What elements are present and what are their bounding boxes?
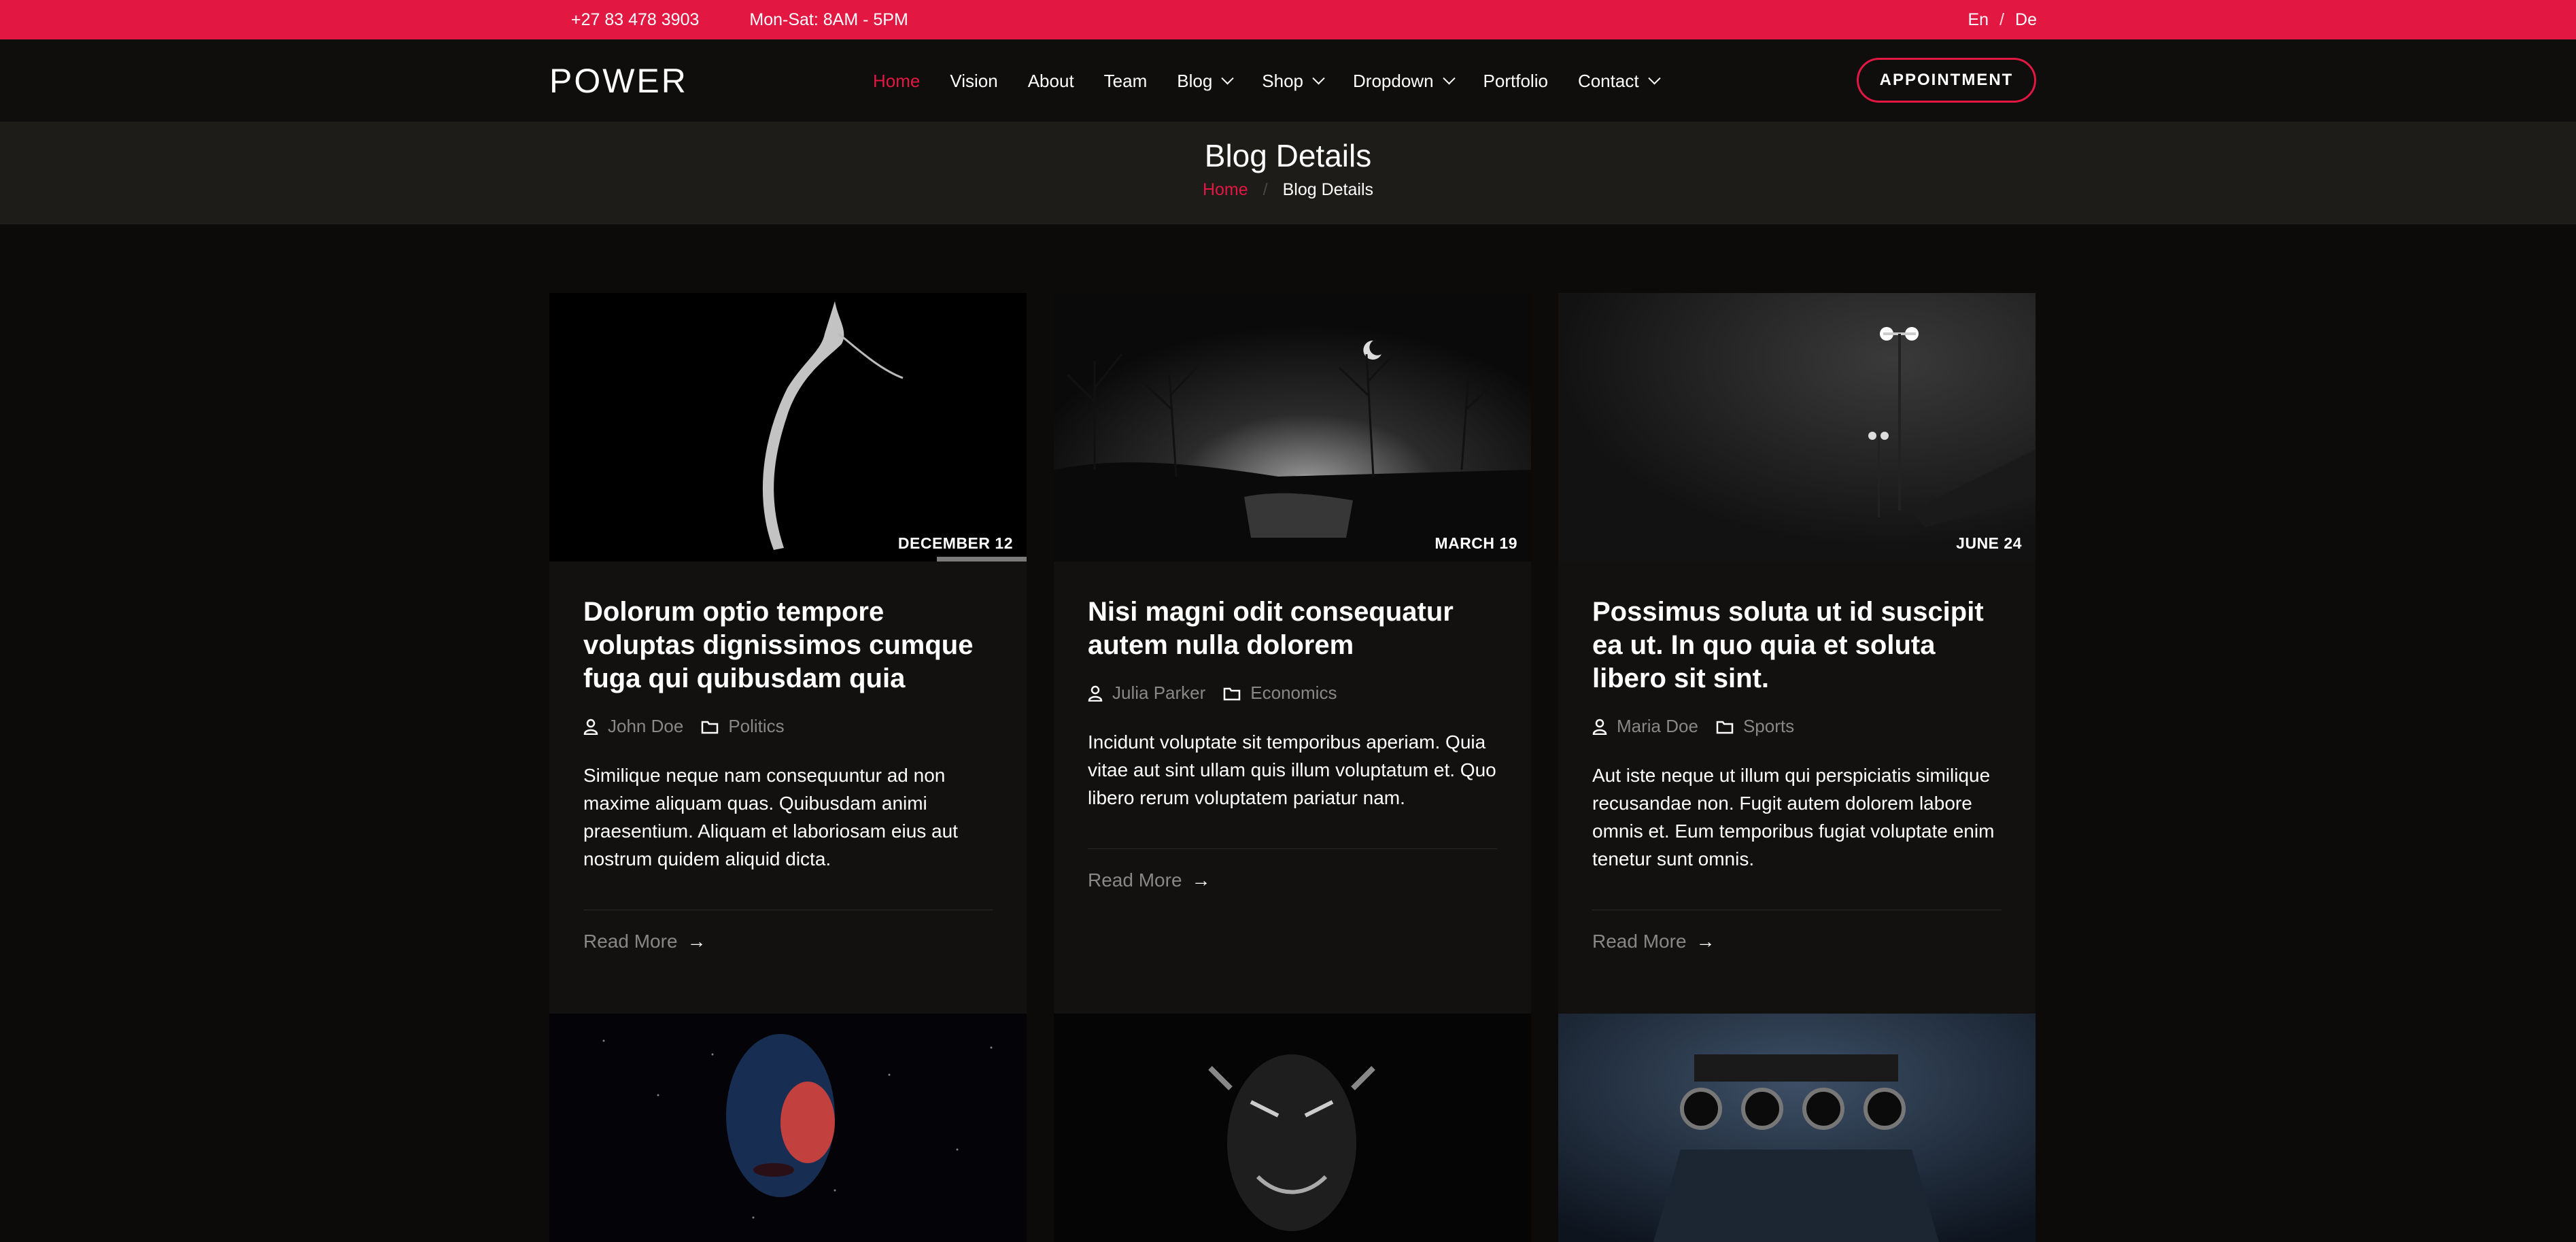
chevron-down-icon	[1312, 71, 1325, 84]
post-image-cosmic-face	[549, 1014, 1027, 1242]
post-category[interactable]: Sports	[1743, 716, 1794, 737]
nav-item-portfolio[interactable]: Portfolio	[1483, 71, 1548, 92]
site-logo[interactable]: POWER	[549, 39, 688, 122]
chevron-down-icon	[1442, 71, 1456, 84]
opening-hours: Mon-Sat: 8AM - 5PM	[749, 10, 908, 29]
read-more-label: Read More	[1592, 931, 1687, 952]
arrow-right-icon: →	[1191, 869, 1211, 891]
nav-label: Vision	[950, 70, 998, 91]
user-icon	[583, 719, 598, 735]
arrow-right-icon: →	[1696, 931, 1715, 952]
nav-item-contact[interactable]: Contact	[1577, 70, 1661, 92]
top-contact-bar: +27 83 478 3903 Mon-Sat: 8AM - 5PM En / …	[0, 0, 2576, 39]
post-date: JUNE 24	[1956, 534, 2022, 552]
post-excerpt: Aut iste neque ut illum qui perspiciatis…	[1592, 765, 1995, 869]
nav-item-shop[interactable]: Shop	[1262, 70, 1325, 92]
read-more-link[interactable]: Read More →	[1592, 931, 2002, 952]
blog-card: MARCH 19 Nisi magni odit consequatur aut…	[1054, 293, 1531, 1014]
blog-card: DECEMBER 12 Dolorum optio tempore volupt…	[549, 293, 1027, 1014]
blog-card	[1558, 1014, 2036, 1242]
post-image-silhouette	[549, 293, 1027, 562]
post-category[interactable]: Economics	[1250, 683, 1337, 704]
post-image[interactable]: DECEMBER 12	[549, 293, 1027, 562]
nav-item-home[interactable]: Home	[873, 71, 920, 92]
post-category[interactable]: Politics	[728, 716, 784, 737]
nav-item-dropdown[interactable]: Dropdown	[1353, 70, 1456, 92]
post-image-night-landscape	[1054, 293, 1531, 562]
language-en[interactable]: En	[1968, 10, 1989, 30]
breadcrumb: Home / Blog Details	[0, 180, 2576, 200]
divider	[1088, 848, 1497, 849]
nav-label: Shop	[1262, 70, 1304, 91]
post-image-night-vision-soldier	[1558, 1014, 2036, 1242]
read-more-link[interactable]: Read More →	[583, 931, 993, 952]
read-more-label: Read More	[1088, 869, 1182, 891]
language-switcher: En / De	[1968, 0, 2037, 39]
post-image[interactable]	[549, 1014, 1027, 1242]
post-image-street-lights	[1558, 293, 2036, 562]
page-title: Blog Details	[1204, 138, 1372, 173]
folder-icon	[1716, 721, 1734, 734]
folder-icon	[1224, 687, 1241, 700]
read-more-link[interactable]: Read More →	[1088, 869, 1497, 891]
user-icon	[1592, 719, 1607, 735]
nav-label: Contact	[1577, 70, 1639, 91]
post-author[interactable]: Julia Parker	[1112, 683, 1205, 704]
site-header: POWER Home Vision About Team Blog Shop D…	[0, 39, 2576, 122]
chevron-down-icon	[1647, 71, 1661, 84]
post-image[interactable]	[1054, 1014, 1531, 1242]
breadcrumb-home[interactable]: Home	[1203, 180, 1248, 200]
post-image[interactable]: JUNE 24	[1558, 293, 2036, 562]
language-separator: /	[1999, 10, 2005, 29]
nav-label: About	[1027, 70, 1074, 91]
breadcrumb-current: Blog Details	[1282, 180, 1374, 199]
nav-item-about[interactable]: About	[1028, 71, 1074, 92]
appointment-button[interactable]: APPOINTMENT	[1857, 58, 2036, 103]
post-date: DECEMBER 12	[897, 534, 1013, 552]
nav-label: Home	[873, 70, 921, 91]
post-date: MARCH 19	[1435, 534, 1517, 552]
main-nav: Home Vision About Team Blog Shop Dropdow…	[873, 39, 1689, 122]
blog-card	[1054, 1014, 1531, 1242]
post-author[interactable]: Maria Doe	[1617, 716, 1698, 737]
post-excerpt: Incidunt voluptate sit temporibus aperia…	[1088, 731, 1496, 808]
post-author[interactable]: John Doe	[608, 716, 683, 737]
arrow-right-icon: →	[687, 931, 706, 952]
nav-item-team[interactable]: Team	[1104, 71, 1148, 92]
nav-item-vision[interactable]: Vision	[950, 71, 997, 92]
post-title[interactable]: Dolorum optio tempore voluptas dignissim…	[583, 596, 993, 695]
read-more-label: Read More	[583, 931, 678, 952]
post-image-dark-face	[1054, 1014, 1531, 1242]
blog-card: JUNE 24 Possimus soluta ut id suscipit e…	[1558, 293, 2036, 1014]
language-de[interactable]: De	[2015, 10, 2037, 30]
post-title[interactable]: Possimus soluta ut id suscipit ea ut. In…	[1592, 596, 2002, 695]
breadcrumb-separator: /	[1263, 180, 1268, 199]
post-title[interactable]: Nisi magni odit consequatur autem nulla …	[1088, 596, 1497, 662]
blog-card	[549, 1014, 1027, 1242]
nav-label: Dropdown	[1353, 70, 1434, 91]
chevron-down-icon	[1221, 71, 1234, 84]
nav-label: Portfolio	[1483, 70, 1548, 91]
post-excerpt: Similique neque nam consequuntur ad non …	[583, 765, 958, 869]
user-icon	[1088, 685, 1103, 702]
nav-label: Blog	[1177, 70, 1213, 91]
nav-item-blog[interactable]: Blog	[1177, 70, 1234, 92]
post-image[interactable]	[1558, 1014, 2036, 1242]
nav-label: Team	[1103, 70, 1148, 91]
phone-number[interactable]: +27 83 478 3903	[571, 10, 699, 30]
folder-icon	[702, 721, 719, 734]
post-image[interactable]: MARCH 19	[1054, 293, 1531, 562]
page-title-banner: Blog Details Home / Blog Details	[0, 122, 2576, 224]
